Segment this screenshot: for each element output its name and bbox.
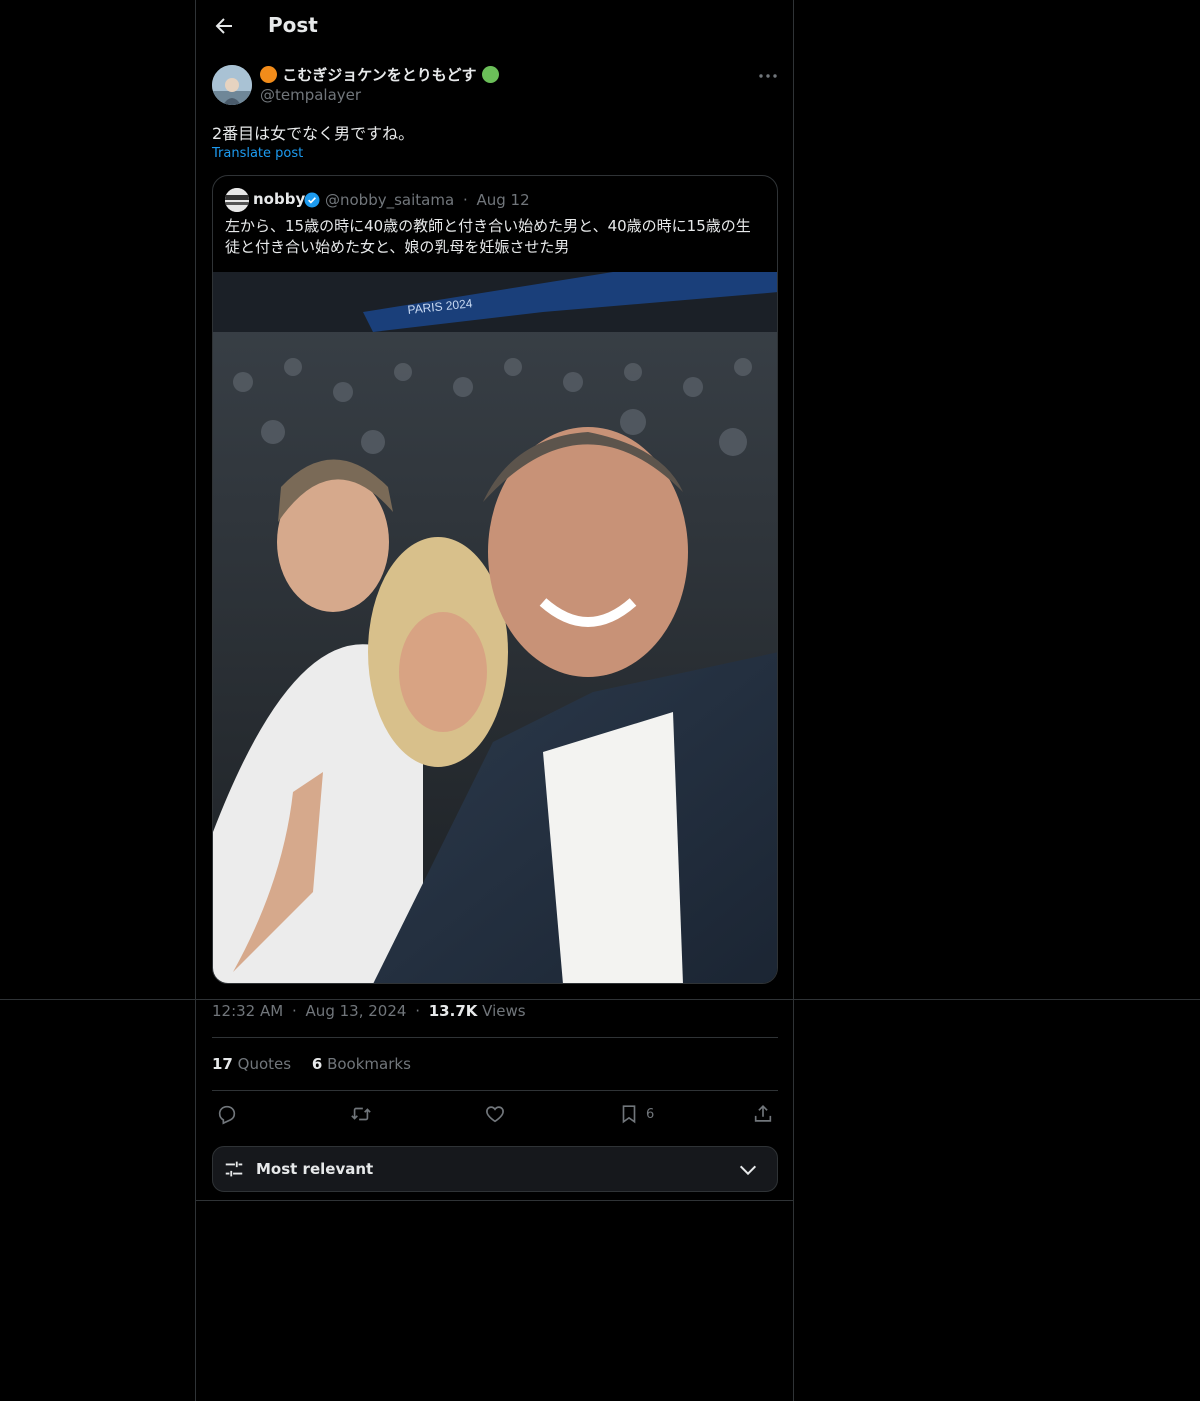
- heart-icon: [486, 1106, 504, 1123]
- post-time[interactable]: 12:32 AM: [212, 1002, 283, 1020]
- like-button[interactable]: [484, 1102, 506, 1126]
- verified-badge-icon: [303, 191, 321, 209]
- avatar[interactable]: [212, 65, 252, 105]
- reply-sort-dropdown[interactable]: Most relevant: [212, 1146, 778, 1192]
- display-name[interactable]: こむぎジョケンをとりもどす: [260, 64, 499, 85]
- sliders-icon: [225, 1161, 243, 1177]
- divider: [212, 1037, 778, 1038]
- post-date[interactable]: Aug 13, 2024: [306, 1002, 407, 1020]
- reply-icon: [218, 1105, 236, 1125]
- quote-photo[interactable]: PARIS 2024: [213, 272, 778, 984]
- orange-circle-icon: [260, 66, 277, 83]
- quote-text: 左から、15歳の時に40歳の教師と付き合い始めた男と、40歳の時に15歳の生徒と…: [225, 217, 751, 256]
- bookmarks-stat[interactable]: 6 Bookmarks: [312, 1055, 411, 1073]
- main-column: Post こむぎジョケンをとりもどす @tempalayer 2番目は女でなく男…: [195, 0, 794, 1401]
- quotes-stat[interactable]: 17 Quotes: [212, 1055, 291, 1073]
- back-arrow-icon[interactable]: [212, 14, 236, 38]
- display-name-text: こむぎジョケンをとりもどす: [282, 66, 477, 84]
- reply-button[interactable]: [216, 1102, 238, 1126]
- engagement-stats: 17 Quotes 6 Bookmarks: [212, 1055, 427, 1073]
- bookmark-icon: [622, 1105, 636, 1124]
- quote-avatar: [225, 188, 249, 212]
- post-text: 2番目は女でなく男ですね。: [212, 124, 415, 143]
- quote-date: Aug 12: [476, 191, 530, 209]
- more-options-icon[interactable]: [756, 64, 780, 88]
- bookmark-button[interactable]: 6: [618, 1102, 654, 1126]
- chevron-down-icon: [739, 1165, 757, 1176]
- sort-label: Most relevant: [256, 1160, 374, 1178]
- quote-display-name: nobby: [253, 190, 306, 208]
- quote-meta: @nobby_saitama · Aug 12: [325, 191, 530, 209]
- page-title: Post: [268, 13, 318, 37]
- share-button[interactable]: [752, 1102, 774, 1126]
- views-count: 13.7K: [428, 1002, 478, 1020]
- divider: [212, 1090, 778, 1091]
- page-header: Post: [196, 0, 793, 53]
- quote-handle: @nobby_saitama: [325, 191, 455, 209]
- bookmark-count: 6: [646, 1106, 655, 1122]
- quoted-post[interactable]: nobby @nobby_saitama · Aug 12 左から、15歳の時に…: [212, 175, 778, 984]
- user-handle[interactable]: @tempalayer: [260, 86, 361, 104]
- post-timestamp: 12:32 AM · Aug 13, 2024 · 13.7K Views: [212, 1002, 526, 1020]
- views-label: Views: [482, 1002, 526, 1020]
- green-circle-icon: [481, 66, 499, 83]
- repost-icon: [351, 1107, 371, 1121]
- repost-button[interactable]: [350, 1102, 372, 1126]
- translate-post-link[interactable]: Translate post: [212, 146, 303, 161]
- share-icon: [754, 1105, 772, 1122]
